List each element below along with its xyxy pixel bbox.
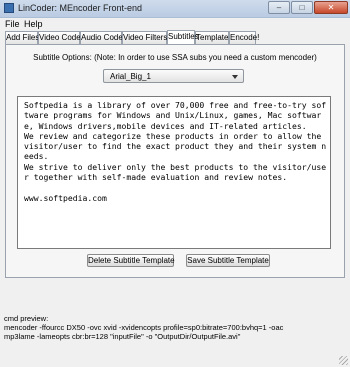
cmd-preview-line-1: mencoder -ffourcc DX50 -ovc xvid -xviden… xyxy=(4,323,284,332)
delete-subtitle-template-button[interactable]: Delete Subtitle Template xyxy=(87,254,175,267)
save-subtitle-template-button[interactable]: Save Subtitle Template xyxy=(186,254,270,267)
cmd-preview-line-2: mp3lame -lameopts cbr:br=128 "inputFile"… xyxy=(4,332,241,341)
menu-bar: File Help xyxy=(0,18,350,30)
subtitle-template-select[interactable]: Arial_Big_1 xyxy=(103,69,244,83)
cmd-preview-label: cmd preview: xyxy=(4,314,49,323)
app-icon xyxy=(4,3,14,13)
close-button[interactable]: ✕ xyxy=(314,1,348,14)
subtitles-panel: Subtitle Options: (Note: In order to use… xyxy=(5,44,345,278)
tab-templates[interactable]: Templates xyxy=(195,31,232,44)
menu-help[interactable]: Help xyxy=(24,18,43,30)
maximize-button[interactable]: □ xyxy=(291,1,313,14)
window-controls: – □ ✕ xyxy=(267,1,348,14)
status-bar xyxy=(0,354,350,367)
tab-audio-codec[interactable]: Audio Codec xyxy=(80,31,127,44)
tab-video-filters[interactable]: Video Filters xyxy=(122,31,167,44)
tab-video-codec[interactable]: Video Codec xyxy=(38,31,85,44)
resize-grip-icon[interactable] xyxy=(339,356,348,365)
minimize-button[interactable]: – xyxy=(268,1,290,14)
menu-file[interactable]: File xyxy=(5,18,20,30)
tab-subtitles[interactable]: Subtitles xyxy=(167,30,199,44)
subtitle-text-area[interactable]: Softpedia is a library of over 70,000 fr… xyxy=(17,96,331,249)
tab-add-files[interactable]: Add Files xyxy=(5,31,39,44)
title-bar: LinCoder: MEncoder Front-end – □ ✕ xyxy=(0,0,350,18)
window-title: LinCoder: MEncoder Front-end xyxy=(18,3,143,13)
subtitle-template-value: Arial_Big_1 xyxy=(110,72,151,81)
chevron-down-icon xyxy=(232,75,238,79)
tab-encode[interactable]: Encode! xyxy=(229,31,259,44)
subtitle-options-label: Subtitle Options: (Note: In order to use… xyxy=(33,53,317,62)
